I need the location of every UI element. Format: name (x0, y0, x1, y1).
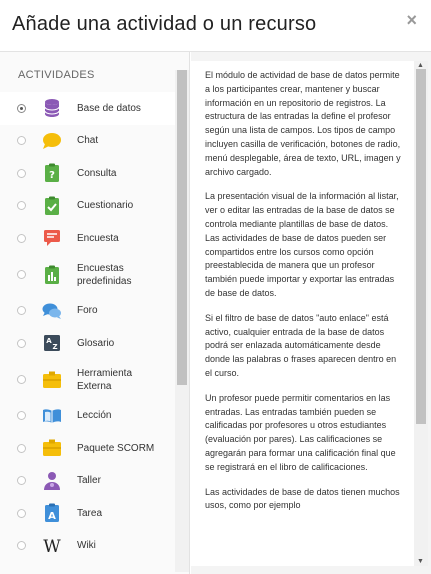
svg-text:A: A (46, 337, 52, 345)
option-tarea[interactable]: A Tarea (0, 497, 175, 530)
choice-icon: ? (42, 163, 62, 183)
radio-button[interactable] (17, 411, 26, 421)
glossary-icon: AZ (42, 333, 62, 353)
option-encuestas-predefinidas[interactable]: Encuestas predefinidas (0, 255, 175, 295)
radio-button[interactable] (17, 270, 26, 279)
description-panel: El módulo de actividad de base de datos … (191, 52, 431, 574)
option-label: Encuesta (77, 232, 119, 244)
option-leccion[interactable]: Lección (0, 400, 175, 433)
radio-button[interactable] (17, 233, 26, 243)
survey-icon (42, 265, 62, 285)
assignment-icon: A (42, 503, 62, 523)
svg-text:A: A (48, 511, 56, 522)
option-label: Tarea (77, 507, 103, 519)
radio-button[interactable] (17, 508, 26, 518)
feedback-icon (42, 228, 62, 248)
option-wiki[interactable]: W Wiki (0, 530, 175, 563)
svg-text:?: ? (49, 170, 55, 181)
option-label: Taller (77, 475, 101, 487)
scroll-down-arrow-icon[interactable]: ▼ (417, 558, 424, 565)
radio-button[interactable] (17, 375, 26, 384)
wiki-icon: W (42, 536, 62, 556)
scorm-icon (42, 438, 62, 458)
quiz-icon (42, 196, 62, 216)
description-paragraph: Las actividades de base de datos tienen … (205, 486, 400, 511)
radio-button[interactable] (17, 476, 26, 486)
option-label: Lección (77, 410, 112, 422)
option-consulta[interactable]: ? Consulta (0, 157, 175, 190)
description-paragraph: Si el filtro de base de datos "auto enla… (205, 312, 397, 378)
database-icon (42, 98, 62, 118)
forum-icon (42, 301, 62, 321)
option-herramienta-externa[interactable]: Herramienta Externa (0, 360, 175, 400)
option-label: Foro (77, 305, 98, 317)
option-label: Herramienta Externa (77, 367, 133, 392)
option-glosario[interactable]: AZ Glosario (0, 327, 175, 360)
activity-list-scrollbar[interactable] (175, 70, 189, 572)
section-title: ACTIVIDADES (18, 69, 95, 81)
radio-button[interactable] (17, 168, 26, 178)
option-chat[interactable]: Chat (0, 125, 175, 158)
option-foro[interactable]: Foro (0, 295, 175, 328)
svg-text:W: W (43, 537, 61, 555)
option-paquete-scorm[interactable]: Paquete SCORM (0, 432, 175, 465)
option-label: Wiki (77, 540, 96, 552)
option-label: Consulta (77, 167, 117, 179)
dialog-title: Añade una actividad o un recurso (12, 13, 317, 35)
svg-text:Z: Z (52, 343, 57, 351)
scrollbar-thumb[interactable] (416, 69, 426, 424)
scroll-up-arrow-icon[interactable]: ▲ (417, 62, 424, 69)
description-paragraph: La presentación visual de la información… (205, 191, 399, 298)
radio-button[interactable] (17, 306, 26, 316)
description-scrollbar[interactable]: ▲ ▼ (414, 61, 428, 566)
option-base-de-datos[interactable]: Base de datos (0, 92, 175, 125)
radio-button[interactable] (17, 201, 26, 211)
dialog-header: Añade una actividad o un recurso × (0, 0, 431, 52)
radio-button[interactable] (17, 541, 26, 551)
scrollbar-thumb[interactable] (177, 70, 187, 385)
radio-button[interactable] (17, 136, 26, 146)
option-cuestionario[interactable]: Cuestionario (0, 190, 175, 223)
external-tool-icon (42, 370, 62, 390)
activity-list: Base de datos Chat ? Consulta Cuestionar… (0, 92, 175, 562)
chat-icon (42, 131, 62, 151)
option-label: Encuestas predefinidas (77, 262, 132, 287)
option-label: Base de datos (77, 102, 141, 114)
option-taller[interactable]: Taller (0, 465, 175, 498)
option-label: Chat (77, 135, 99, 147)
radio-button[interactable] (17, 103, 26, 113)
workshop-icon (42, 471, 62, 491)
option-label: Paquete SCORM (77, 442, 155, 454)
radio-button[interactable] (17, 338, 26, 348)
description-paragraph: El módulo de actividad de base de datos … (205, 70, 401, 177)
option-encuesta[interactable]: Encuesta (0, 222, 175, 255)
option-label: Glosario (77, 337, 115, 349)
description-content: El módulo de actividad de base de datos … (191, 61, 414, 566)
activity-sidebar: ACTIVIDADES Base de datos Chat ? Consult… (0, 52, 190, 574)
close-icon[interactable]: × (406, 11, 417, 29)
option-label: Cuestionario (77, 200, 134, 212)
radio-button[interactable] (17, 443, 26, 453)
lesson-icon (42, 406, 62, 426)
description-paragraph: Un profesor puede permitir comentarios e… (205, 392, 396, 472)
